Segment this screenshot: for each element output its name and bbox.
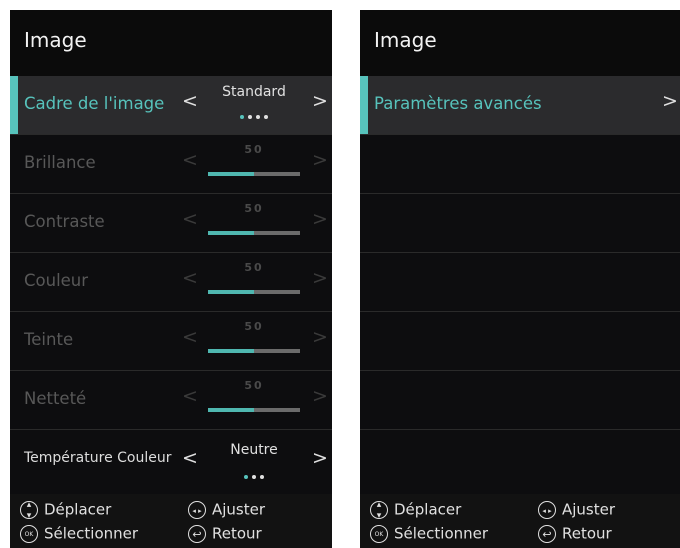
slider-fill [208, 172, 254, 176]
option-dots [208, 466, 300, 485]
back-icon [188, 524, 206, 544]
empty-row [360, 135, 680, 194]
option-dot [252, 474, 256, 479]
hint-adjust-label: Ajuster [212, 500, 266, 519]
picture-settings-panel: Image Cadre de l'image < Standard > Bril… [10, 10, 332, 548]
empty-row [360, 371, 680, 430]
hint-adjust-label: Ajuster [562, 500, 616, 519]
row-label: Netteté [24, 389, 87, 408]
row-label: Cadre de l'image [24, 94, 165, 113]
navigate-updown-icon [20, 496, 38, 525]
row-label: Teinte [24, 330, 74, 349]
key-hint-bar: Déplacer Ajuster Sélectionner Retour [10, 494, 332, 548]
option-dot [260, 474, 264, 479]
row-label: Contraste [24, 212, 105, 231]
option-dot [256, 114, 260, 119]
menu-row-tint[interactable]: Teinte < 50 > [10, 312, 332, 371]
option-dot-active [240, 114, 244, 119]
empty-row [360, 430, 680, 494]
slider-value: 50 [244, 261, 264, 274]
picture-advanced-panel: Image Paramètres avancés > Déplacer Ajus… [360, 10, 680, 548]
chevron-right-icon[interactable]: > [312, 91, 328, 111]
menu-row-contrast[interactable]: Contraste < 50 > [10, 194, 332, 253]
ok-button-icon [370, 524, 388, 544]
slider-value: 50 [244, 320, 264, 333]
chevron-right-icon[interactable]: > [312, 209, 328, 229]
hint-back: Retour [188, 524, 262, 544]
chevron-left-icon[interactable]: < [182, 448, 198, 468]
menu-row-picture-frame[interactable]: Cadre de l'image < Standard > [10, 76, 332, 135]
hint-select: Sélectionner [370, 524, 489, 544]
slider-track[interactable] [208, 408, 300, 412]
option-dot-active [244, 474, 248, 479]
chevron-right-icon[interactable]: > [662, 91, 678, 111]
navigate-leftright-icon [188, 500, 206, 520]
panel-title: Image [374, 28, 437, 52]
row-label: Température Couleur [24, 450, 172, 466]
slider-fill [208, 290, 254, 294]
menu-row-brightness[interactable]: Brillance < 50 > [10, 135, 332, 194]
chevron-right-icon[interactable]: > [312, 327, 328, 347]
slider-fill [208, 349, 254, 353]
hint-move-label: Déplacer [44, 500, 112, 519]
panel-title: Image [24, 28, 87, 52]
slider-track[interactable] [208, 290, 300, 294]
hint-back-label: Retour [212, 524, 262, 543]
slider-value: 50 [244, 143, 264, 156]
slider-value: 50 [244, 379, 264, 392]
hint-select-label: Sélectionner [394, 524, 489, 543]
hint-move: Déplacer [20, 496, 112, 525]
hint-select: Sélectionner [20, 524, 139, 544]
chevron-left-icon[interactable]: < [182, 91, 198, 111]
option-dots [208, 106, 300, 125]
menu-row-color[interactable]: Couleur < 50 > [10, 253, 332, 312]
selection-accent [360, 76, 368, 134]
option-value: Neutre [230, 442, 278, 458]
hint-select-label: Sélectionner [44, 524, 139, 543]
back-icon [538, 524, 556, 544]
chevron-right-icon[interactable]: > [312, 448, 328, 468]
slider-fill [208, 408, 254, 412]
slider-value: 50 [244, 202, 264, 215]
slider-fill [208, 231, 254, 235]
hint-adjust: Ajuster [188, 500, 266, 520]
ok-button-icon [20, 524, 38, 544]
chevron-right-icon[interactable]: > [312, 268, 328, 288]
menu-row-advanced-settings[interactable]: Paramètres avancés > [360, 76, 680, 135]
navigate-updown-icon [370, 496, 388, 525]
navigate-leftright-icon [538, 500, 556, 520]
menu-row-sharpness[interactable]: Netteté < 50 > [10, 371, 332, 430]
hint-back-label: Retour [562, 524, 612, 543]
slider-track[interactable] [208, 231, 300, 235]
empty-row [360, 194, 680, 253]
key-hint-bar: Déplacer Ajuster Sélectionner Retour [360, 494, 680, 548]
empty-row [360, 312, 680, 371]
chevron-left-icon[interactable]: < [182, 150, 198, 170]
option-dot [248, 114, 252, 119]
row-label: Couleur [24, 271, 89, 290]
chevron-right-icon[interactable]: > [312, 150, 328, 170]
chevron-left-icon[interactable]: < [182, 327, 198, 347]
menu-row-color-temperature[interactable]: Température Couleur < Neutre > [10, 430, 332, 494]
option-value: Standard [222, 84, 286, 100]
hint-move-label: Déplacer [394, 500, 462, 519]
chevron-left-icon[interactable]: < [182, 386, 198, 406]
row-label: Brillance [24, 153, 96, 172]
selection-accent [10, 76, 18, 134]
chevron-left-icon[interactable]: < [182, 268, 198, 288]
slider-track[interactable] [208, 349, 300, 353]
hint-back: Retour [538, 524, 612, 544]
hint-adjust: Ajuster [538, 500, 616, 520]
empty-row [360, 253, 680, 312]
option-dot [264, 114, 268, 119]
hint-move: Déplacer [370, 496, 462, 525]
chevron-left-icon[interactable]: < [182, 209, 198, 229]
slider-track[interactable] [208, 172, 300, 176]
chevron-right-icon[interactable]: > [312, 386, 328, 406]
row-label: Paramètres avancés [374, 94, 542, 113]
